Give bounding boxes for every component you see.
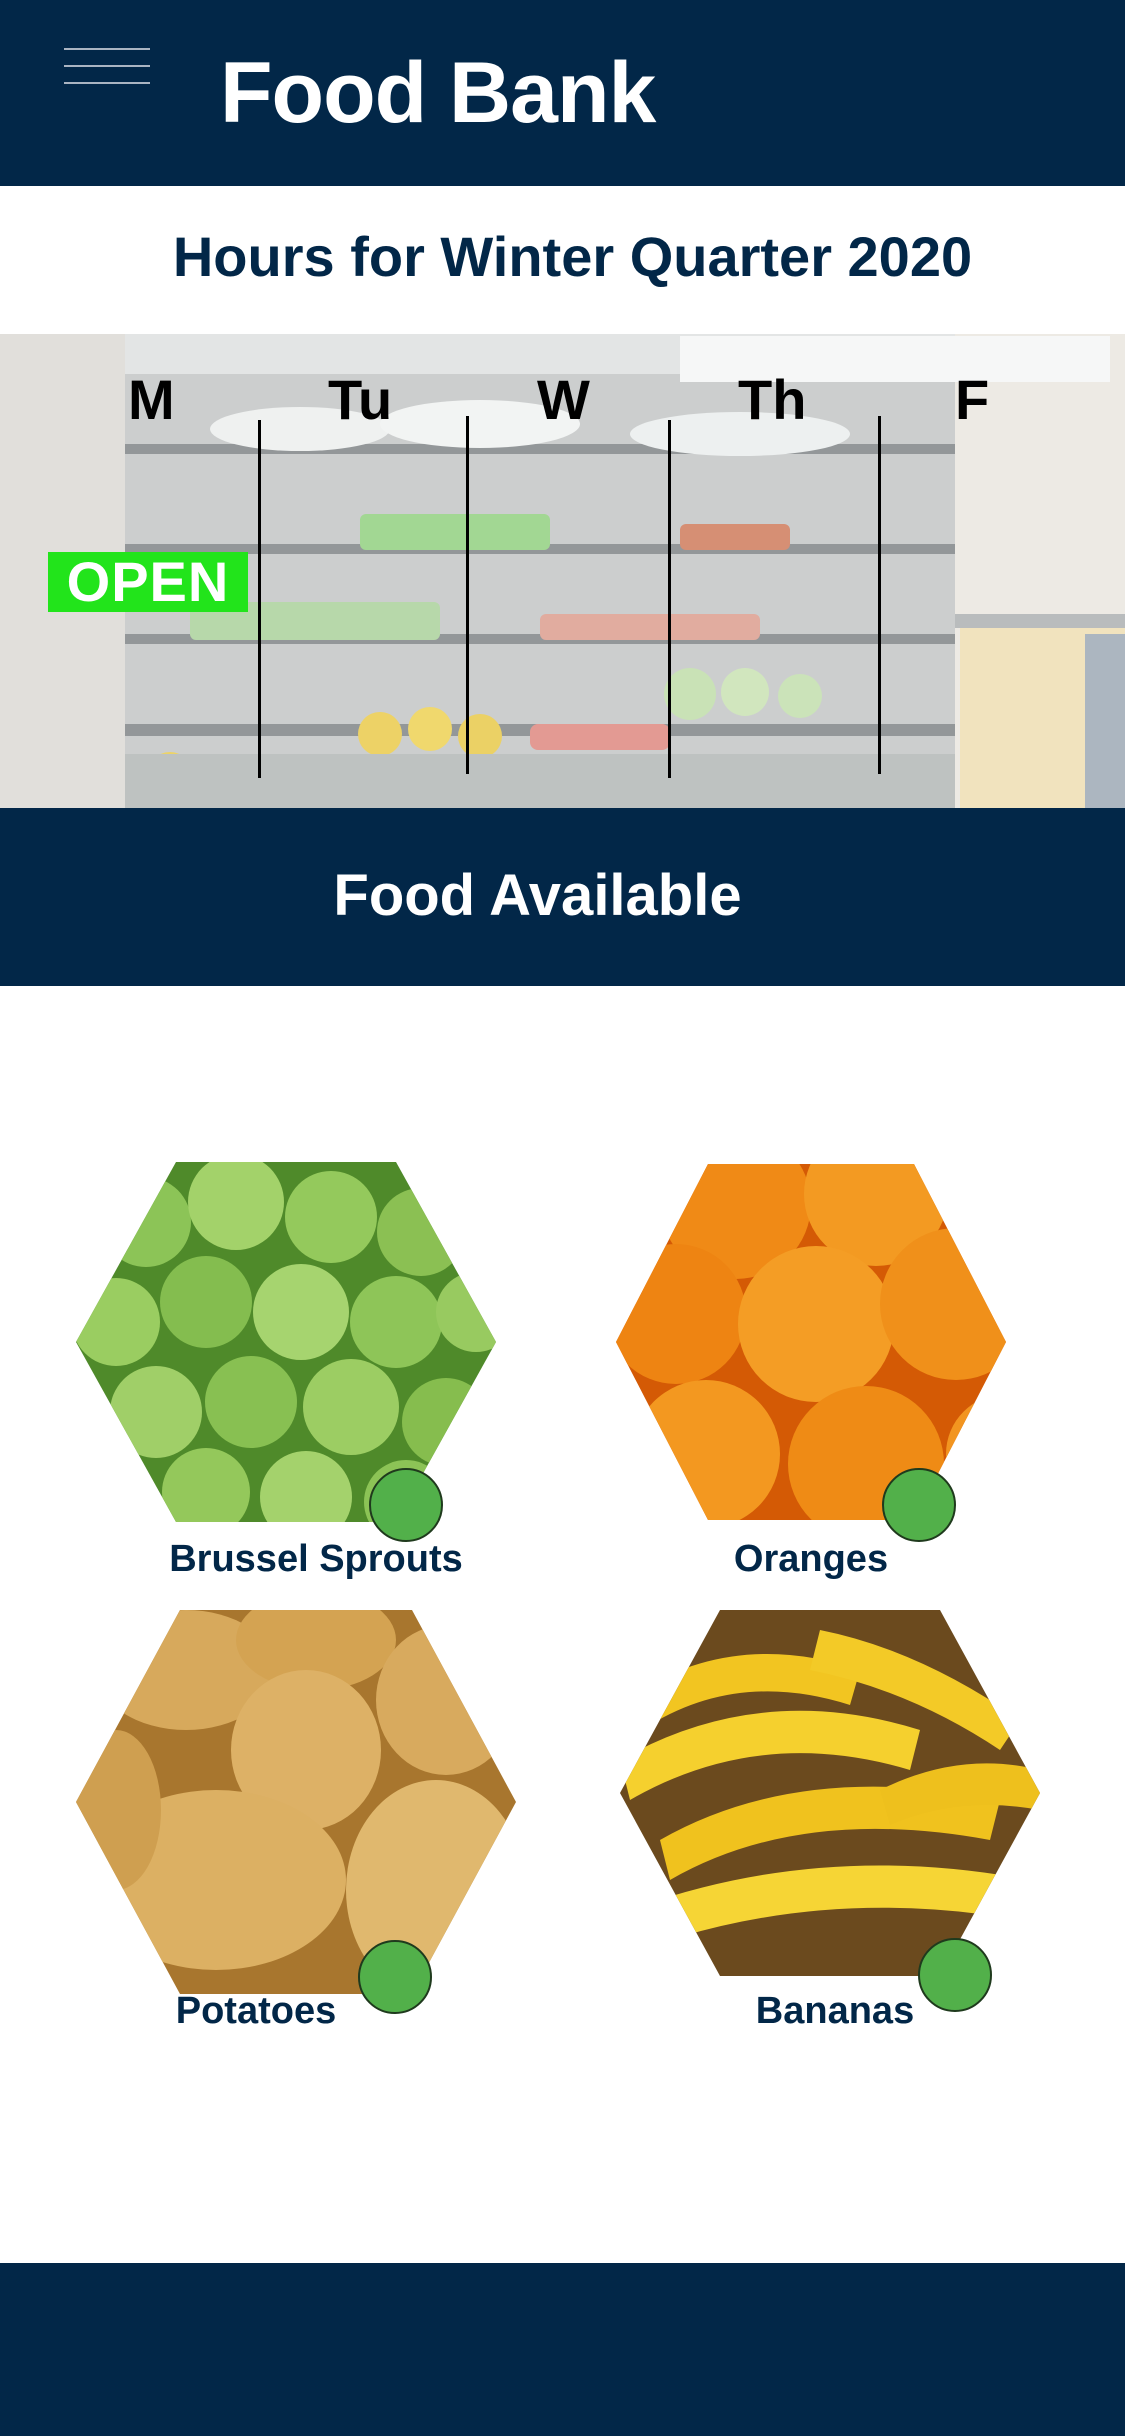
bananas-image <box>620 1610 1040 1976</box>
brussel-sprouts-image <box>76 1162 496 1522</box>
day-divider <box>668 420 671 778</box>
food-item-label: Oranges <box>733 1538 889 1580</box>
potatoes-image <box>76 1610 516 1994</box>
availability-indicator[interactable] <box>882 1468 956 1542</box>
food-available-banner: Food Available <box>0 808 1125 986</box>
food-item-brussel-sprouts[interactable]: Brussel Sprouts <box>76 1162 496 1582</box>
day-tuesday: Tu <box>328 368 393 431</box>
day-divider <box>258 420 261 778</box>
food-item-label: Potatoes <box>175 1990 337 2032</box>
food-item-label: Brussel Sprouts <box>169 1538 463 1580</box>
day-thursday: Th <box>738 368 807 431</box>
day-monday: M <box>128 368 175 431</box>
app-title: Food Bank <box>220 45 656 141</box>
day-friday: F <box>955 368 990 431</box>
day-divider <box>466 416 469 774</box>
food-item-bananas[interactable]: Bananas <box>620 1610 1050 2040</box>
availability-indicator[interactable] <box>369 1468 443 1542</box>
food-item-oranges[interactable]: Oranges <box>616 1164 1016 1584</box>
day-wednesday: W <box>537 368 590 431</box>
oranges-image <box>616 1164 1006 1520</box>
food-available-title: Food Available <box>333 863 742 928</box>
hours-schedule: M Tu W Th F OPEN <box>0 334 1125 808</box>
day-divider <box>878 416 881 774</box>
open-status-badge: OPEN <box>48 552 248 612</box>
page-footer <box>0 2263 1125 2436</box>
hamburger-menu-icon[interactable] <box>64 48 150 86</box>
app-header: Food Bank <box>0 0 1125 186</box>
food-item-label: Bananas <box>755 1990 915 2032</box>
hours-heading: Hours for Winter Quarter 2020 <box>172 225 973 288</box>
food-item-potatoes[interactable]: Potatoes <box>76 1610 516 2040</box>
